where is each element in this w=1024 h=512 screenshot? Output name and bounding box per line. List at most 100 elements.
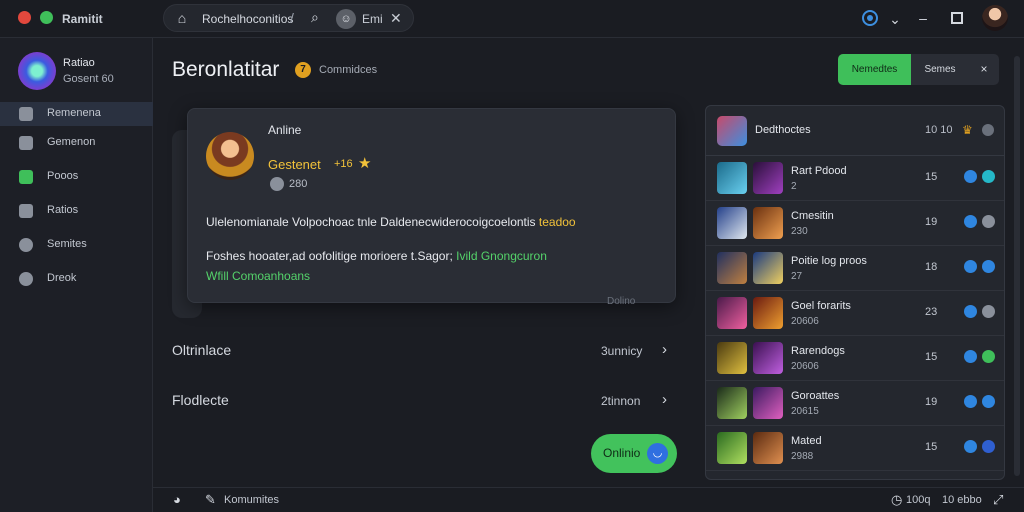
secondary-button[interactable]: Semes	[911, 54, 969, 85]
sidebar-item-dreok[interactable]: Dreok	[0, 267, 153, 291]
search-icon[interactable]: ⌕	[311, 9, 319, 26]
tab-profile-name: Emi	[362, 12, 383, 26]
status-icon: ◡	[647, 443, 668, 464]
card-text-line: Foshes hooater,ad oofolitige morioere t.…	[206, 249, 547, 263]
sidebar-item-label: Semites	[47, 238, 87, 250]
profile-card: Anline Gestenet +16 ★ 280 Ulelenomianale…	[187, 108, 676, 303]
restore-icon[interactable]	[951, 12, 963, 24]
verified-icon	[964, 305, 977, 318]
friend-row[interactable]: Mated 2988 15	[706, 426, 1004, 471]
chevron-right-icon[interactable]: ›	[662, 391, 667, 408]
friend-avatar	[717, 297, 747, 329]
title-badge: 7	[295, 62, 311, 78]
online-status-icon	[982, 305, 995, 318]
online-status-icon	[982, 170, 995, 183]
friend-avatar	[717, 387, 747, 419]
friend-status: 20615	[791, 406, 819, 417]
friend-status: 20606	[791, 361, 819, 372]
home-icon[interactable]: ⌂	[174, 10, 190, 26]
verified-icon	[964, 215, 977, 228]
friend-avatar	[753, 342, 783, 374]
wrench-icon[interactable]: ✎	[205, 492, 216, 508]
chevron-right-icon[interactable]: ›	[662, 341, 667, 358]
close-icon[interactable]: ×	[971, 54, 997, 85]
friend-count: 19	[925, 216, 938, 228]
minimize-icon[interactable]: –	[914, 10, 932, 26]
friend-status: 2	[791, 181, 797, 192]
friend-row[interactable]: Rarendogs 20606 15	[706, 336, 1004, 381]
tab-title: Rochelhoconitios	[202, 12, 294, 26]
community-label[interactable]: Komumites	[224, 494, 279, 506]
sidebar-item-semites[interactable]: Semites	[0, 233, 153, 257]
friends-panel-avatar	[717, 116, 747, 146]
title-bar: Ramitit ⌂ Rochelhoconitios / ⌕ ☺ Emi ✕ ⌄…	[0, 0, 1024, 38]
friend-status: 2988	[791, 451, 814, 462]
sync-icon[interactable]	[862, 10, 878, 26]
sidebar-item-ratios[interactable]: Ratios	[0, 199, 153, 223]
card-footer-label: Dolino	[607, 296, 636, 307]
card-text-line: Ulelenomianale Volpochoac tnle Daldenecw…	[206, 215, 576, 229]
sidebar-item-remenena[interactable]: Remenena	[0, 102, 153, 126]
friend-count: 23	[925, 306, 938, 318]
friend-count: 19	[925, 396, 938, 408]
star-icon: ★	[358, 155, 372, 172]
friend-row[interactable]: Cmesitin 230 19	[706, 201, 1004, 246]
friend-row[interactable]: Rart Pdood 2 15	[706, 156, 1004, 201]
profile-avatar[interactable]	[18, 52, 56, 90]
verified-icon	[964, 170, 977, 183]
more-icon[interactable]	[982, 124, 994, 136]
friend-status: 230	[791, 226, 808, 237]
friend-name: Cmesitin	[791, 210, 834, 222]
sidebar: Ratiao Gosent 60 Remenena Gemenon Pooos …	[0, 38, 153, 512]
friend-row[interactable]: Poitie log proos 27 18	[706, 246, 1004, 291]
sidebar-item-label: Ratios	[47, 204, 79, 216]
game-icon	[19, 272, 33, 286]
maximize-window-icon[interactable]	[40, 11, 53, 24]
card-text-accent: teadoo	[538, 215, 576, 229]
discord-icon[interactable]: ◕	[173, 492, 181, 507]
scrollbar[interactable]	[1014, 56, 1020, 476]
user-avatar[interactable]	[982, 5, 1008, 31]
coin-icon	[270, 177, 284, 191]
friend-count: 18	[925, 261, 938, 273]
profile-name: Ratiao	[63, 57, 95, 69]
friends-panel-header: Dedthoctes 10 10 ♛	[706, 106, 1004, 156]
online-button[interactable]: Onlinio ◡	[591, 434, 677, 473]
sidebar-item-gemenon[interactable]: Gemenon	[0, 131, 153, 155]
friend-row[interactable]: Goel forarits 20606 23	[706, 291, 1004, 336]
friend-count: 15	[925, 351, 938, 363]
friend-avatar	[753, 252, 783, 284]
row-label[interactable]: Oltrinlace	[172, 342, 231, 358]
expand-icon[interactable]: ⤢	[993, 492, 1003, 508]
verified-icon	[964, 260, 977, 273]
friend-name: Mated	[791, 435, 822, 447]
primary-button[interactable]: Nemedtes	[838, 54, 911, 85]
active-tab[interactable]: ⌂ Rochelhoconitios / ⌕ ☺ Emi ✕	[163, 4, 414, 32]
friends-panel-count: 10 10	[925, 124, 953, 136]
friend-status: 27	[791, 271, 803, 282]
row-value: 3unnicy	[601, 344, 643, 358]
friend-name: Rart Pdood	[791, 165, 847, 177]
friend-row[interactable]: Goroattes 20615 19	[706, 381, 1004, 426]
trophy-icon[interactable]: ♛	[962, 123, 973, 137]
chevron-down-icon[interactable]: ⌄	[886, 11, 904, 28]
friend-avatar	[753, 297, 783, 329]
verified-icon	[964, 395, 977, 408]
friend-avatar	[717, 162, 747, 194]
online-button-label: Onlinio	[603, 446, 641, 460]
card-name: Gestenet	[268, 157, 321, 172]
friend-avatar	[717, 432, 747, 464]
card-avatar[interactable]	[206, 132, 254, 180]
row-label[interactable]: Flodlecte	[172, 392, 229, 408]
clock-icon: ◷	[891, 492, 903, 507]
friend-avatar	[753, 207, 783, 239]
online-status-icon	[982, 215, 995, 228]
profile-avatar-small[interactable]: ☺	[336, 9, 356, 29]
close-tab-icon[interactable]: ✕	[390, 10, 402, 27]
sidebar-item-pooos[interactable]: Pooos	[0, 165, 153, 189]
sidebar-item-label: Gemenon	[47, 136, 96, 148]
close-window-icon[interactable]	[18, 11, 31, 24]
card-status: Anline	[268, 123, 302, 137]
card-level: +16	[334, 158, 353, 170]
card-text-accent: Ivild Gnongcuron	[456, 249, 547, 263]
